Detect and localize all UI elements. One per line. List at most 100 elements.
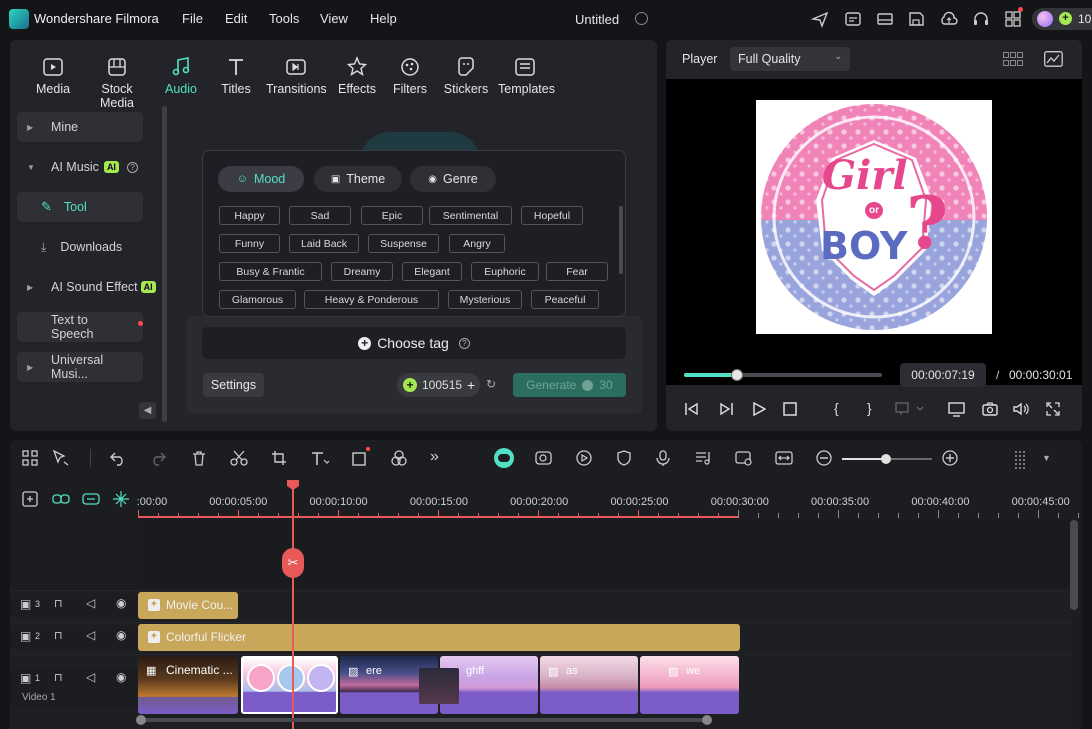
mood-tag[interactable]: Busy & Frantic bbox=[219, 262, 322, 281]
chevron-down-icon[interactable]: ▼ bbox=[1042, 453, 1051, 463]
layout-icon[interactable] bbox=[876, 10, 894, 28]
marker-icon[interactable] bbox=[112, 490, 130, 508]
volume-icon[interactable] bbox=[1013, 402, 1029, 416]
current-time[interactable]: 00:00:07:19 bbox=[900, 363, 986, 387]
crop-icon[interactable] bbox=[271, 450, 287, 466]
auto-reframe-icon[interactable] bbox=[575, 450, 593, 466]
eye-icon[interactable]: ◉ bbox=[116, 670, 126, 684]
microphone-icon[interactable] bbox=[655, 450, 671, 466]
mood-tag[interactable]: Fear bbox=[546, 262, 608, 281]
mood-tag[interactable]: Euphoric bbox=[471, 262, 539, 281]
fit-to-track-icon[interactable] bbox=[775, 450, 793, 466]
category-templates[interactable]: Templates bbox=[498, 56, 555, 96]
magnet-icon[interactable] bbox=[82, 491, 100, 507]
grid-view-icon[interactable] bbox=[1003, 52, 1023, 66]
choose-tag-button[interactable]: + Choose tag ? bbox=[202, 327, 626, 359]
mood-tag[interactable]: Happy bbox=[219, 206, 280, 225]
mark-in-icon[interactable]: { bbox=[834, 400, 839, 416]
help-icon[interactable]: ? bbox=[126, 161, 138, 173]
render-icon[interactable] bbox=[844, 10, 862, 28]
menu-file[interactable]: File bbox=[182, 11, 203, 26]
category-media[interactable]: Media bbox=[36, 56, 70, 96]
eye-icon[interactable]: ◉ bbox=[116, 596, 126, 610]
send-icon[interactable] bbox=[811, 10, 829, 28]
quality-dropdown[interactable]: Full Quality ⌄ bbox=[730, 47, 850, 71]
credits-balance[interactable]: + 100515 + bbox=[397, 373, 480, 397]
play-icon[interactable] bbox=[752, 402, 766, 416]
menu-view[interactable]: View bbox=[320, 11, 348, 26]
mood-tag[interactable]: Sentimental bbox=[429, 206, 512, 225]
account-credits-pill[interactable]: + 10 bbox=[1032, 8, 1092, 30]
add-credits-icon[interactable]: + bbox=[467, 377, 475, 393]
split-scissors-icon[interactable] bbox=[230, 450, 248, 466]
category-filters[interactable]: Filters bbox=[392, 56, 428, 96]
category-transitions[interactable]: Transitions bbox=[266, 56, 327, 96]
playhead[interactable] bbox=[292, 480, 294, 729]
collapse-sidebar-button[interactable]: ◀ bbox=[139, 402, 156, 419]
mood-tag[interactable]: Dreamy bbox=[331, 262, 393, 281]
redo-icon[interactable] bbox=[150, 450, 166, 466]
scroll-handle-right[interactable] bbox=[702, 715, 712, 725]
ai-copilot-icon[interactable] bbox=[494, 448, 514, 468]
tab-theme[interactable]: ▣ Theme bbox=[314, 166, 402, 192]
mood-tag[interactable]: Glamorous bbox=[219, 290, 296, 309]
time-ruler[interactable]: :00:00 00:00:05:00 00:00:10:00 00:00:15:00 0… bbox=[137, 484, 1082, 520]
mood-tag[interactable]: Epic bbox=[361, 206, 423, 225]
fullscreen-icon[interactable] bbox=[1046, 402, 1060, 416]
stop-icon[interactable] bbox=[783, 402, 797, 416]
sidebar-scrollbar[interactable] bbox=[162, 106, 167, 422]
tags-scrollbar[interactable] bbox=[619, 206, 623, 274]
scopes-icon[interactable] bbox=[1044, 51, 1063, 67]
more-tools-icon[interactable]: » bbox=[430, 448, 439, 466]
sidebar-item-ai-sound-effect[interactable]: ▶ AI Sound Effect AI bbox=[17, 272, 159, 302]
lock-icon[interactable]: ⊓ bbox=[54, 629, 63, 642]
mood-tag[interactable]: Angry bbox=[449, 234, 505, 253]
speaker-icon[interactable]: ◁ bbox=[86, 628, 95, 642]
help-icon[interactable]: ? bbox=[458, 337, 470, 349]
zoom-in-icon[interactable] bbox=[942, 450, 958, 466]
category-stickers[interactable]: Stickers bbox=[443, 56, 489, 96]
ai-portrait-icon[interactable] bbox=[535, 450, 553, 466]
sidebar-item-downloads[interactable]: ⤓ Downloads bbox=[17, 232, 143, 262]
apps-grid-icon[interactable] bbox=[1004, 10, 1022, 28]
scene-detect-icon[interactable] bbox=[735, 450, 753, 466]
speaker-icon[interactable]: ◁ bbox=[86, 670, 95, 684]
timeline-vertical-scrollbar[interactable] bbox=[1070, 520, 1078, 610]
sidebar-item-tool[interactable]: ✎ Tool bbox=[17, 192, 143, 222]
camera-icon[interactable] bbox=[982, 402, 998, 416]
previous-frame-icon[interactable] bbox=[685, 402, 699, 416]
lock-icon[interactable]: ⊓ bbox=[54, 671, 63, 684]
delete-icon[interactable] bbox=[191, 450, 207, 466]
eye-icon[interactable]: ◉ bbox=[116, 628, 126, 642]
split-playhead-scissors-icon[interactable]: ✂ bbox=[282, 548, 304, 578]
text-tool-icon[interactable] bbox=[310, 450, 330, 466]
shape-tool-icon[interactable] bbox=[352, 450, 370, 466]
lock-icon[interactable]: ⊓ bbox=[54, 597, 63, 610]
snapshot-marker-icon[interactable] bbox=[895, 402, 925, 416]
tab-genre[interactable]: ◉ Genre bbox=[410, 166, 496, 192]
color-tool-icon[interactable] bbox=[391, 450, 407, 466]
save-icon[interactable] bbox=[907, 10, 925, 28]
video-clip-as[interactable]: ▨ as bbox=[540, 656, 638, 714]
link-icon[interactable] bbox=[52, 491, 70, 507]
mood-tag[interactable]: Heavy & Ponderous bbox=[304, 290, 439, 309]
layout-grid-icon[interactable] bbox=[22, 450, 38, 466]
mood-tag[interactable]: Sad bbox=[289, 206, 351, 225]
support-icon[interactable] bbox=[972, 10, 990, 28]
video-clip-plates[interactable] bbox=[241, 656, 338, 714]
mood-tag[interactable]: Funny bbox=[219, 234, 280, 253]
zoom-slider-handle[interactable] bbox=[881, 454, 891, 464]
mark-out-icon[interactable]: } bbox=[867, 400, 872, 416]
category-audio[interactable]: Audio bbox=[164, 56, 198, 96]
add-track-icon[interactable] bbox=[22, 491, 38, 507]
mood-tag[interactable]: Hopeful bbox=[521, 206, 583, 225]
zoom-slider[interactable] bbox=[842, 454, 932, 464]
effect-clip-colorful-flicker[interactable]: ✦ Colorful Flicker bbox=[138, 624, 740, 651]
settings-button[interactable]: Settings bbox=[203, 373, 264, 397]
mood-tag[interactable]: Mysterious bbox=[448, 290, 522, 309]
sidebar-item-mine[interactable]: ▶ Mine bbox=[17, 112, 143, 142]
undo-icon[interactable] bbox=[110, 450, 126, 466]
timeline-horizontal-scrollbar[interactable] bbox=[136, 715, 712, 725]
sidebar-item-universal-music[interactable]: ▶ Universal Musi... bbox=[17, 352, 143, 382]
empty-track-area[interactable] bbox=[138, 520, 1072, 588]
